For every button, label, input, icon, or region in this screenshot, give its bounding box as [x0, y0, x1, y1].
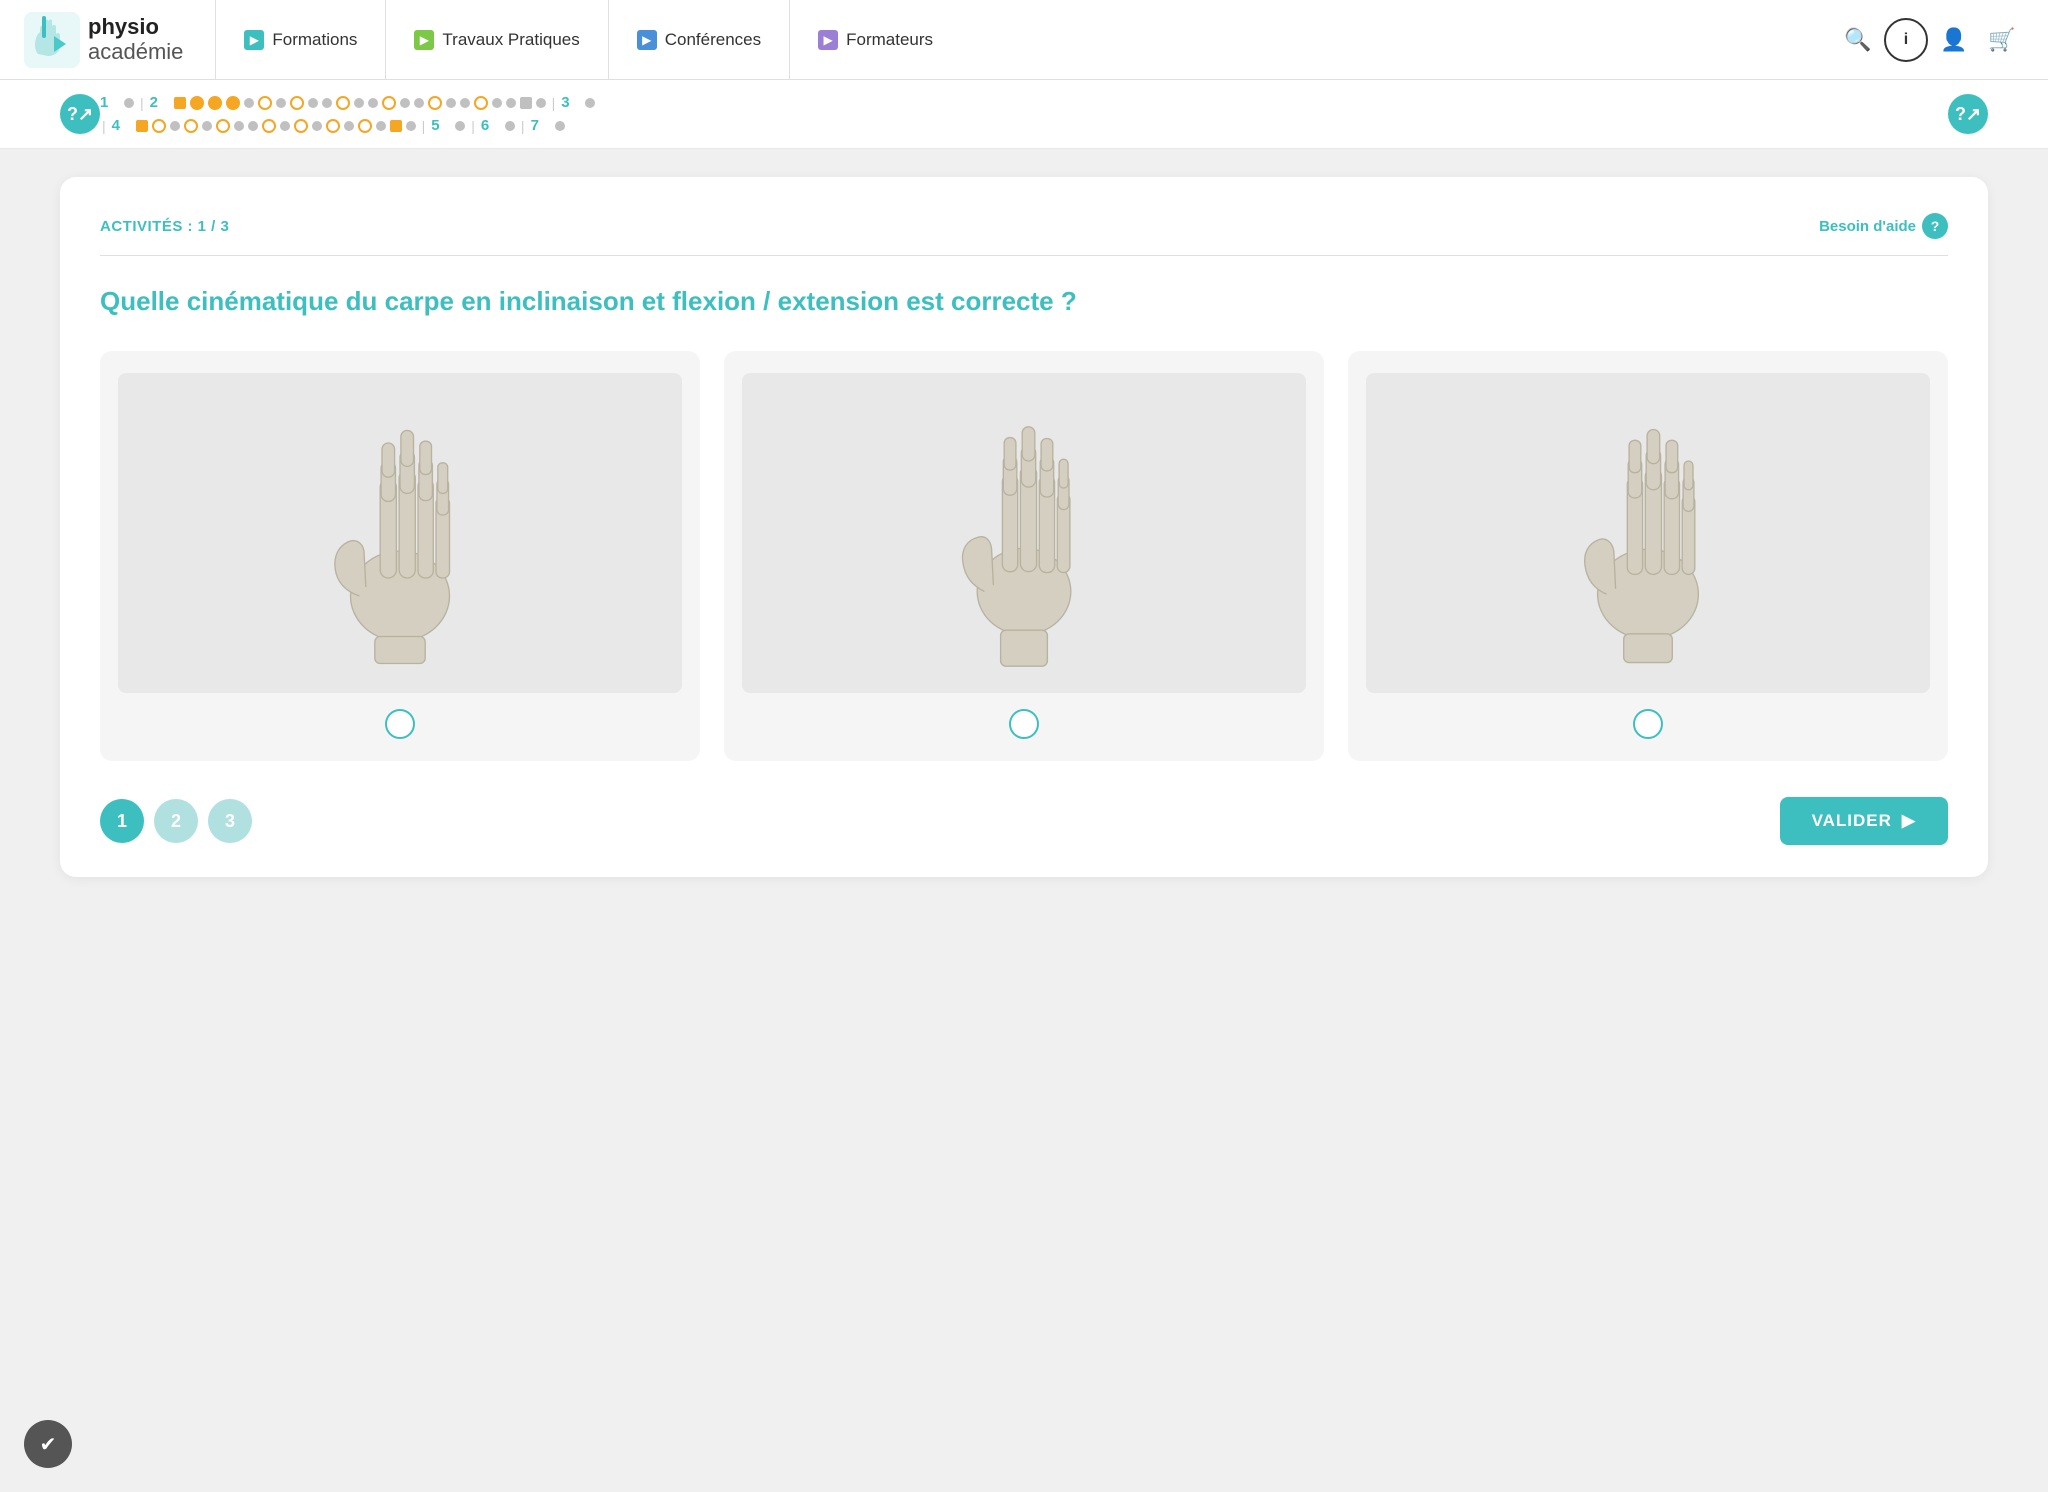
choice-card-1[interactable] [100, 351, 700, 761]
quiz-card: ACTIVITÉS : 1 / 3 Besoin d'aide ? Quelle… [60, 177, 1988, 877]
skeleton-hand-1 [310, 398, 490, 668]
navbar: physio académie ▶ Formations ▶ Travaux P… [0, 0, 2048, 80]
progress-track: 1 | 2 | [100, 94, 1948, 134]
page-dot-3[interactable]: 3 [208, 799, 252, 843]
user-button[interactable]: 👤 [1932, 18, 1976, 62]
progress-row-1: 1 | 2 | [100, 94, 1948, 111]
activity-label: ACTIVITÉS : 1 / 3 [100, 218, 229, 235]
choice-image-1 [118, 373, 682, 693]
help-circle-icon: ? [1922, 213, 1948, 239]
skeleton-hand-2 [934, 398, 1114, 668]
quiz-divider [100, 255, 1948, 256]
progress-row-2: | 4 | 5 | 6 | 7 [100, 117, 1948, 134]
help-left-button[interactable]: ?↗ [60, 94, 100, 134]
help-right-button[interactable]: ?↗ [1948, 94, 1988, 134]
choice-card-2[interactable] [724, 351, 1324, 761]
page-dot-2[interactable]: 2 [154, 799, 198, 843]
validate-button[interactable]: VALIDER ▶ [1780, 797, 1948, 845]
choices-row [100, 351, 1948, 761]
info-button[interactable]: i [1884, 18, 1928, 62]
validate-arrow-icon: ▶ [1902, 811, 1916, 831]
logo-icon [24, 12, 80, 68]
logo-text: physio académie [88, 15, 183, 63]
nav-item-formations[interactable]: ▶ Formations [215, 0, 385, 80]
page-dots: 1 2 3 [100, 799, 252, 843]
cart-button[interactable]: 🛒 [1980, 18, 2024, 62]
nav-item-travaux[interactable]: ▶ Travaux Pratiques [385, 0, 607, 80]
choice-card-3[interactable] [1348, 351, 1948, 761]
logo[interactable]: physio académie [24, 12, 183, 68]
nav-item-formateurs[interactable]: ▶ Formateurs [789, 0, 961, 80]
bottom-bar: 1 2 3 VALIDER ▶ [100, 797, 1948, 845]
nav-item-conferences[interactable]: ▶ Conférences [608, 0, 789, 80]
main-content: ACTIVITÉS : 1 / 3 Besoin d'aide ? Quelle… [0, 149, 2048, 905]
conferences-icon: ▶ [637, 30, 657, 50]
formateurs-icon: ▶ [818, 30, 838, 50]
choice-radio-3[interactable] [1633, 709, 1663, 739]
formations-icon: ▶ [244, 30, 264, 50]
quiz-question: Quelle cinématique du carpe en inclinais… [100, 284, 1948, 319]
nav-items: ▶ Formations ▶ Travaux Pratiques ▶ Confé… [215, 0, 1836, 80]
bottom-badge[interactable]: ✔ [24, 1420, 72, 1468]
choice-radio-1[interactable] [385, 709, 415, 739]
choice-image-2 [742, 373, 1306, 693]
nav-actions: 🔍 i 👤 🛒 [1836, 18, 2024, 62]
skeleton-hand-3 [1558, 398, 1738, 668]
choice-radio-2[interactable] [1009, 709, 1039, 739]
activity-header: ACTIVITÉS : 1 / 3 Besoin d'aide ? [100, 213, 1948, 239]
help-link[interactable]: Besoin d'aide ? [1819, 213, 1948, 239]
choice-image-3 [1366, 373, 1930, 693]
progress-area: ?↗ 1 | 2 [0, 80, 2048, 149]
search-button[interactable]: 🔍 [1836, 18, 1880, 62]
travaux-icon: ▶ [414, 30, 434, 50]
page-dot-1[interactable]: 1 [100, 799, 144, 843]
